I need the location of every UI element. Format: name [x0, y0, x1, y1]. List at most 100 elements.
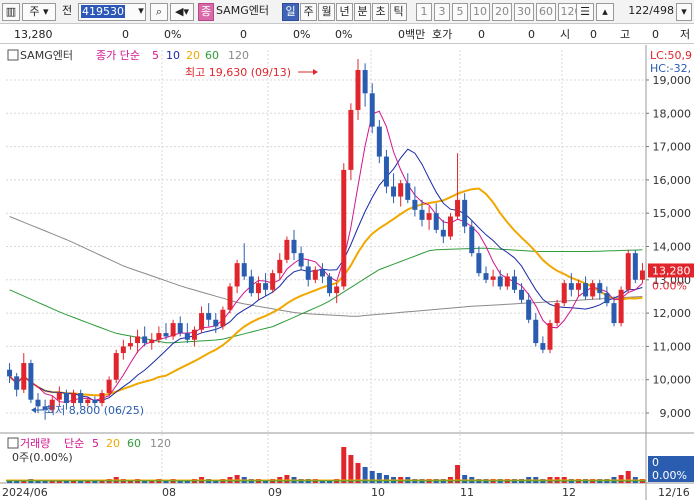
period-0[interactable]: 일 [282, 3, 299, 21]
volume-pct-text: 0.00% [652, 469, 687, 482]
period-6[interactable]: 틱 [390, 3, 407, 21]
y-tick-label: 9,000 [660, 407, 692, 420]
info-v6: 0 [478, 28, 485, 41]
speaker-icon[interactable]: ◀▾ [170, 3, 194, 21]
arrow-up-icon[interactable]: ▴ [596, 3, 614, 21]
info-v5: 0% [335, 28, 353, 41]
candle[interactable] [625, 249, 631, 294]
candle[interactable] [547, 319, 553, 354]
volume-legend-ma-5: 5 [92, 437, 99, 450]
candle[interactable] [348, 103, 354, 180]
interval-10[interactable]: 10 [470, 3, 490, 21]
legend-ma-120: 120 [228, 49, 249, 62]
info-v9: 0 [652, 28, 659, 41]
period-2[interactable]: 월 [318, 3, 335, 21]
candle[interactable] [284, 236, 290, 264]
volume-legend-name: 거래량 [20, 437, 50, 450]
volume-legend-type: 단순 [64, 437, 84, 450]
candle[interactable] [227, 283, 233, 314]
page-counter: 122/498 [628, 4, 674, 17]
interval-3[interactable]: 3 [434, 3, 450, 21]
x-tick-label: 09 [268, 486, 282, 499]
arrow-down-icon[interactable]: ▾ [676, 3, 692, 21]
interval-20[interactable]: 20 [492, 3, 512, 21]
volume-bar [462, 475, 468, 483]
info-v1: 0 [122, 28, 129, 41]
x-tick-label: 12/16 [658, 486, 690, 499]
period-1[interactable]: 주 [300, 3, 317, 21]
high-price-note: 최고 19,630 (09/13) [185, 66, 291, 79]
x-tick-label: 08 [162, 486, 176, 499]
info-go-label: 고 [620, 28, 631, 41]
volume-legend-ma-20: 20 [106, 437, 120, 450]
interval-30[interactable]: 30 [514, 3, 534, 21]
candle[interactable] [327, 273, 333, 297]
code-dropdown-icon[interactable]: ▾ [135, 3, 147, 21]
quote-bar: 13,280 0 0% 0 0% 0% 0백만 호가 0 0 시 0 고 0 저 [0, 25, 694, 44]
x-tick-label: 2024/06 [2, 486, 48, 499]
hc-label: HC:-32, [650, 62, 691, 75]
info-v7: 0 [528, 28, 535, 41]
candle[interactable] [554, 299, 560, 327]
candle[interactable] [341, 163, 347, 290]
search-icon[interactable]: ⌕ [150, 3, 168, 21]
period-5[interactable]: 초 [372, 3, 389, 21]
y-tick-label: 18,000 [653, 107, 692, 120]
change-pct: 0.00% [652, 279, 687, 292]
favorite-badge-icon[interactable]: 종 [198, 3, 214, 21]
legend-ma-20: 20 [186, 49, 200, 62]
current-price-text: 13,280 [652, 264, 691, 277]
lc-label: LC:50,9 [650, 49, 692, 62]
volume-bar [348, 455, 354, 483]
info-v2: 0% [164, 28, 182, 41]
interval-60[interactable]: 60 [536, 3, 556, 21]
candle[interactable] [220, 306, 226, 330]
low-price-note: 최저 8,800 (06/25) [45, 404, 144, 417]
info-v4: 0% [293, 28, 311, 41]
y-tick-label: 10,000 [653, 374, 692, 387]
period-4[interactable]: 분 [354, 3, 371, 21]
legend-ma-type: 종가 단순 [96, 49, 140, 62]
candle[interactable] [28, 359, 34, 404]
y-tick-label: 12,000 [653, 307, 692, 320]
type-label: 전 [61, 4, 73, 17]
period-3[interactable]: 년 [336, 3, 353, 21]
y-tick-label: 14,000 [653, 240, 692, 253]
interval-5[interactable]: 5 [452, 3, 468, 21]
volume-bar [383, 475, 389, 483]
legend-stock-name: SAMG엔터 [20, 49, 73, 62]
interval-1[interactable]: 1 [416, 3, 432, 21]
volume-legend-ma-60: 60 [127, 437, 141, 450]
settings-icon[interactable]: ☰ [576, 3, 594, 21]
info-price: 13,280 [14, 28, 53, 41]
volume-bar [341, 447, 347, 483]
info-je-label: 저 [680, 28, 691, 41]
toolbar: ▥ 주 ▾ 전 419530 ▾ ⌕ ◀▾ 종 SAMG엔터 일주월년분초틱 1… [0, 0, 694, 24]
legend-ma-10: 10 [166, 49, 180, 62]
y-tick-label: 16,000 [653, 174, 692, 187]
y-tick-label: 17,000 [653, 141, 692, 154]
candle[interactable] [561, 279, 567, 307]
stock-chart[interactable]: 19,00018,00017,00016,00015,00014,00013,0… [0, 45, 694, 500]
info-si-label: 시 [560, 28, 571, 41]
candle[interactable] [632, 249, 638, 284]
y-tick-label: 19,000 [653, 74, 692, 87]
info-v8: 0 [590, 28, 597, 41]
info-hoga-label: 호가 [432, 28, 453, 41]
volume-legend-ma-120: 120 [150, 437, 171, 450]
legend-ma-60: 60 [205, 49, 219, 62]
code-value: 419530 [81, 5, 125, 18]
candle[interactable] [113, 349, 119, 384]
info-v3: 0 [240, 28, 247, 41]
market-select[interactable]: 주 ▾ [22, 3, 56, 21]
volume-bar [618, 475, 624, 483]
x-tick-label: 12 [562, 486, 576, 499]
volume-bar [284, 475, 290, 483]
stock-name: SAMG엔터 [216, 4, 269, 17]
x-tick-label: 10 [371, 486, 385, 499]
chart-window-icon[interactable]: ▥ [2, 3, 20, 21]
candle[interactable] [270, 269, 276, 294]
y-tick-label: 15,000 [653, 207, 692, 220]
candle[interactable] [447, 213, 453, 240]
candle[interactable] [618, 286, 624, 327]
